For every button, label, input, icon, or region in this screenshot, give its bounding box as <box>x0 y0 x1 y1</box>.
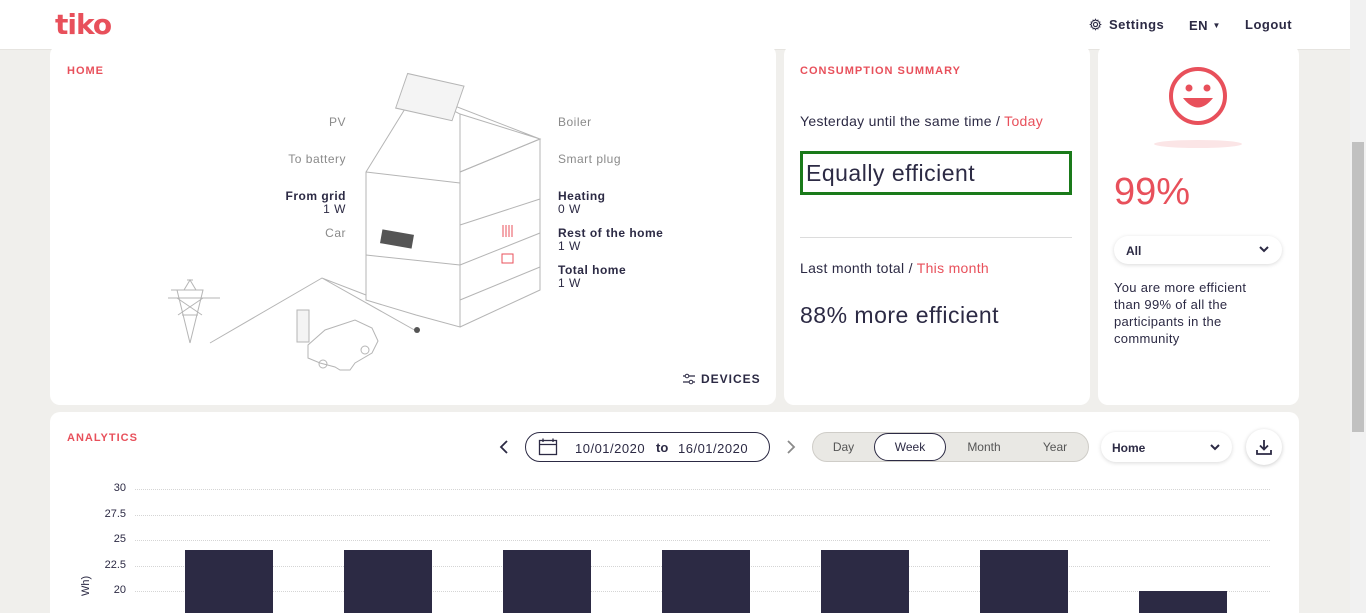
y-axis-label: Wh) <box>80 575 92 596</box>
analytics-title: ANALYTICS <box>67 432 138 444</box>
to-battery-label: To battery <box>288 152 346 166</box>
logout-link[interactable]: Logout <box>1245 17 1292 32</box>
daily-compare-prefix: Yesterday until the same time / <box>800 113 1005 129</box>
house-energy-illustration <box>168 72 542 371</box>
summary-divider <box>800 237 1072 238</box>
consumption-summary-card: CONSUMPTION SUMMARY Yesterday until the … <box>784 45 1090 405</box>
sliders-icon <box>683 373 695 385</box>
rest-of-home-label: Rest of the home <box>558 226 664 240</box>
from-grid-label: From grid <box>285 189 346 203</box>
download-icon <box>1256 440 1272 455</box>
daily-compare-line: Yesterday until the same time / Today <box>800 113 1043 129</box>
daily-result-box: Equally efficient <box>800 151 1072 195</box>
language-selector[interactable]: EN ▼ <box>1189 17 1220 35</box>
heating-value: 0 W <box>558 202 581 216</box>
car-label: Car <box>325 226 346 240</box>
scrollbar-thumb[interactable] <box>1352 142 1364 432</box>
community-percent: 99% <box>1114 171 1191 213</box>
home-card: HOME PV To battery From grid 1 W Car Boi… <box>50 45 776 405</box>
gear-icon <box>1089 18 1102 31</box>
smart-plug-label: Smart plug <box>558 152 622 166</box>
period-year[interactable]: Year <box>1021 433 1089 461</box>
pv-label: PV <box>328 115 346 129</box>
monthly-compare-this-month[interactable]: This month <box>917 260 989 276</box>
chevron-down-icon <box>1209 441 1221 455</box>
next-period-button[interactable] <box>784 438 798 461</box>
rest-of-home-value: 1 W <box>558 239 581 253</box>
date-range-picker[interactable]: 10/01/2020 to 16/01/2020 <box>525 432 770 462</box>
period-selector: Day Week Month Year <box>812 432 1089 462</box>
period-month[interactable]: Month <box>949 433 1019 461</box>
boiler-label: Boiler <box>558 115 592 129</box>
community-description: You are more efficient than 99% of all t… <box>1114 280 1247 346</box>
community-filter-select[interactable]: All <box>1114 236 1282 264</box>
date-from: 10/01/2020 <box>575 441 646 456</box>
page-scrollbar[interactable] <box>1350 0 1366 613</box>
chevron-down-icon <box>1258 243 1270 257</box>
scope-value: Home <box>1112 441 1146 455</box>
devices-label: DEVICES <box>701 372 761 386</box>
period-day[interactable]: Day <box>813 433 874 461</box>
caret-down-icon: ▼ <box>1212 21 1221 30</box>
language-label: EN <box>1189 18 1209 33</box>
daily-result: Equally efficient <box>806 160 976 186</box>
chevron-right-icon <box>787 440 796 454</box>
total-home-label: Total home <box>558 263 627 277</box>
monthly-result: 88% more efficient <box>800 302 1000 328</box>
previous-period-button[interactable] <box>497 438 511 461</box>
daily-compare-today[interactable]: Today <box>1004 113 1043 129</box>
monthly-compare-prefix: Last month total / <box>800 260 917 276</box>
period-week[interactable]: Week <box>874 433 946 461</box>
tiko-logo[interactable]: tiko <box>55 8 112 41</box>
total-home-value: 1 W <box>558 276 581 290</box>
date-to-label: to <box>656 440 669 455</box>
smiley-face-icon <box>1154 67 1242 148</box>
consumption-title: CONSUMPTION SUMMARY <box>800 65 961 77</box>
from-grid-value: 1 W <box>323 202 346 216</box>
calendar-icon <box>538 438 558 456</box>
download-button[interactable] <box>1246 429 1282 465</box>
date-to: 16/01/2020 <box>678 441 749 456</box>
top-bar: tiko Settings EN ▼ Logout <box>0 0 1350 50</box>
community-filter-value: All <box>1126 244 1142 258</box>
scope-select[interactable]: Home <box>1101 432 1232 462</box>
chevron-left-icon <box>499 440 508 454</box>
heating-label: Heating <box>558 189 606 203</box>
monthly-compare-line: Last month total / This month <box>800 260 989 276</box>
community-card: 99% All You are more efficient than 99% … <box>1098 45 1299 405</box>
settings-label: Settings <box>1109 17 1165 32</box>
